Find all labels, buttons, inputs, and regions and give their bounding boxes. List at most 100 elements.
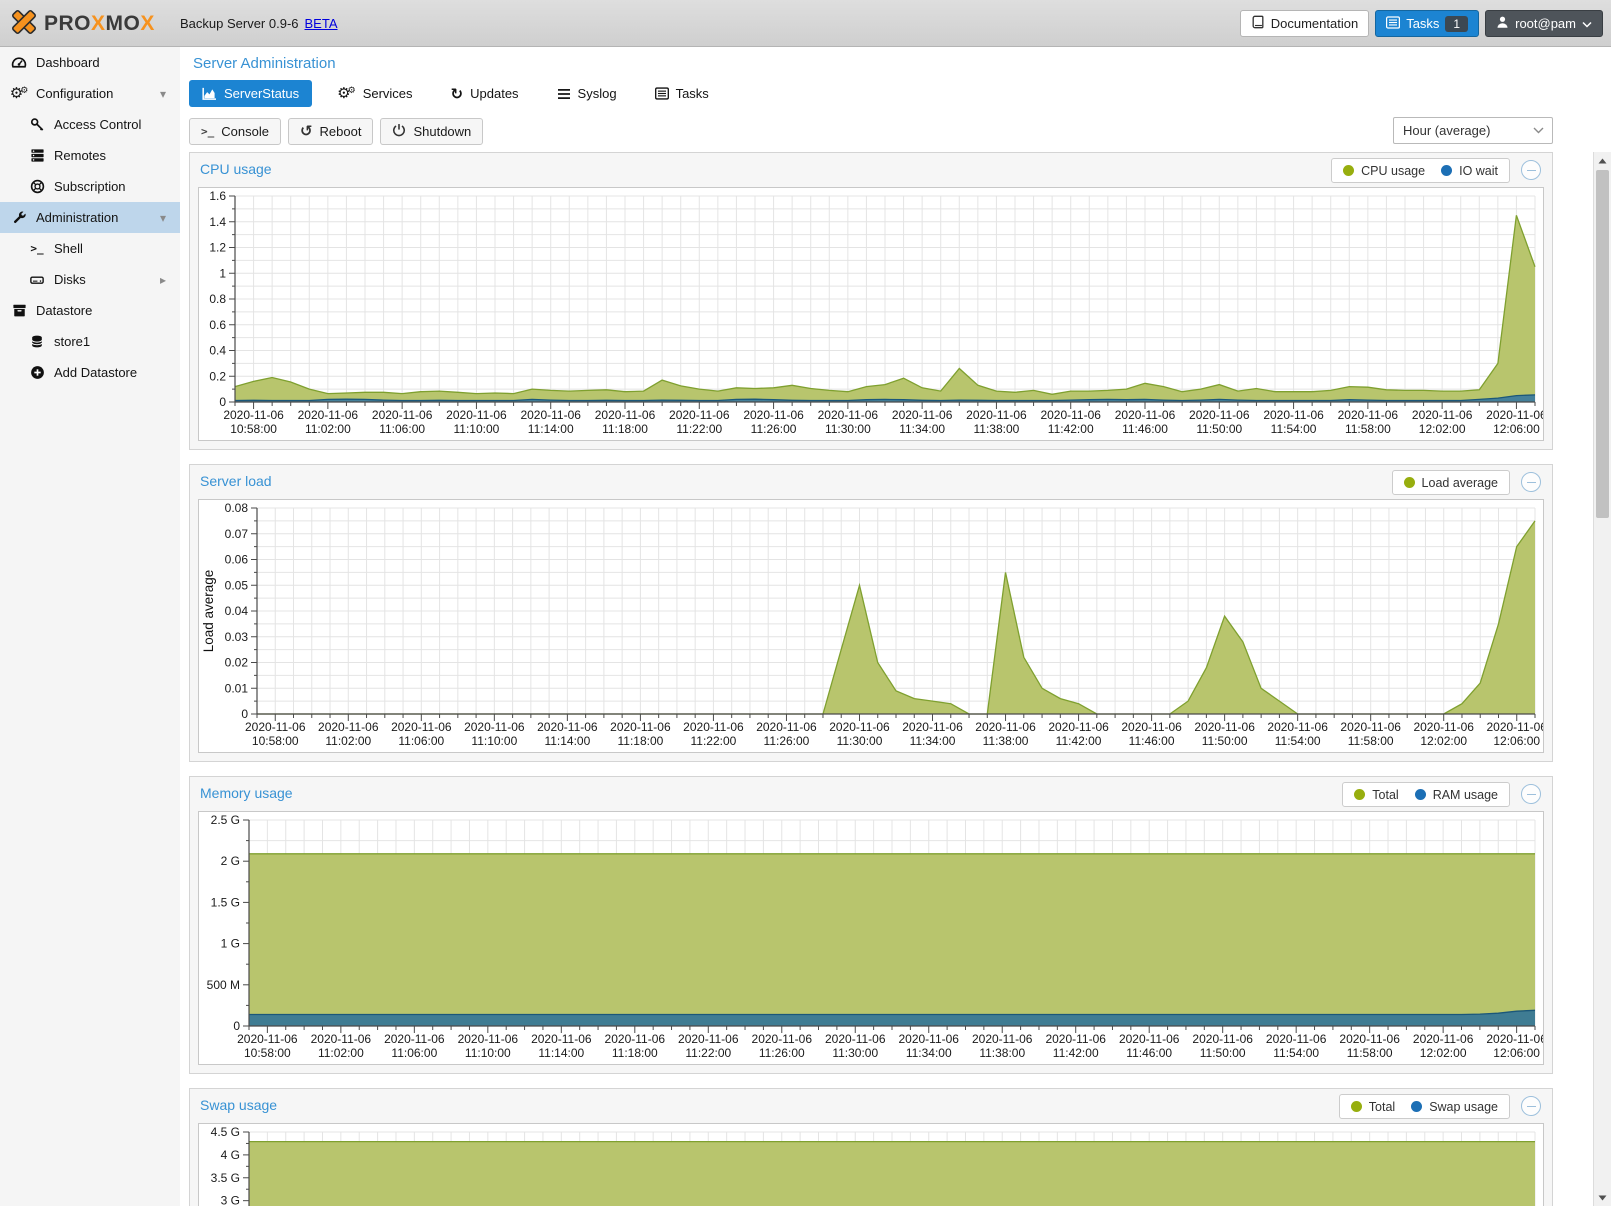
svg-text:11:58:00: 11:58:00: [1347, 1046, 1393, 1060]
server-load-panel: Server load Load average 00.010.020.030.…: [189, 464, 1553, 762]
svg-text:2020-11-06: 2020-11-06: [975, 720, 1036, 734]
legend-item-total[interactable]: Total: [1351, 1100, 1395, 1114]
list-icon: [1386, 16, 1400, 32]
legend-item-swap-usage[interactable]: Swap usage: [1411, 1100, 1498, 1114]
svg-text:2020-11-06: 2020-11-06: [1119, 1032, 1180, 1046]
legend-dot: [1441, 165, 1452, 176]
legend-item-total[interactable]: Total: [1354, 788, 1398, 802]
svg-text:12:02:00: 12:02:00: [1419, 422, 1466, 436]
scroll-down-arrow[interactable]: [1594, 1189, 1611, 1206]
tab-serverstatus[interactable]: ServerStatus: [189, 80, 312, 107]
scroll-up-arrow[interactable]: [1594, 152, 1611, 169]
user-menu-button[interactable]: root@pam: [1485, 10, 1603, 37]
sidebar-item-store1[interactable]: store1: [0, 326, 180, 357]
vertical-scrollbar[interactable]: [1593, 152, 1611, 1206]
server-stack-icon: [28, 148, 46, 163]
collapse-panel-icon[interactable]: [1521, 160, 1541, 180]
legend-item-cpu-usage[interactable]: CPU usage: [1343, 164, 1425, 178]
sidebar-item-access-control[interactable]: Access Control: [0, 109, 180, 140]
svg-text:4.5 G: 4.5 G: [211, 1125, 240, 1139]
hdd-icon: [28, 273, 46, 287]
svg-text:0.2: 0.2: [209, 369, 226, 383]
svg-text:2020-11-06: 2020-11-06: [1486, 720, 1543, 734]
tab-services[interactable]: ⚙⚙ Services: [324, 80, 425, 107]
sidebar-item-configuration[interactable]: ⚙⚙ Configuration ▾: [0, 78, 180, 109]
svg-text:11:02:00: 11:02:00: [305, 422, 351, 436]
svg-text:0.06: 0.06: [225, 553, 249, 567]
legend-dot: [1404, 477, 1415, 488]
plus-circle-icon: [28, 365, 46, 380]
svg-text:0.07: 0.07: [225, 527, 249, 541]
svg-text:0.01: 0.01: [225, 681, 249, 695]
svg-text:2020-11-06: 2020-11-06: [237, 1032, 298, 1046]
gauge-icon: [10, 55, 28, 70]
panel-title: Server load: [200, 473, 272, 489]
svg-text:2020-11-06: 2020-11-06: [311, 1032, 372, 1046]
svg-text:11:42:00: 11:42:00: [1056, 734, 1102, 748]
svg-text:2020-11-06: 2020-11-06: [752, 1032, 813, 1046]
svg-text:2020-11-06: 2020-11-06: [605, 1032, 666, 1046]
wrench-icon: [10, 210, 28, 225]
svg-text:11:06:00: 11:06:00: [398, 734, 444, 748]
collapse-panel-icon[interactable]: [1521, 472, 1541, 492]
svg-text:12:02:00: 12:02:00: [1420, 1046, 1467, 1060]
svg-text:2020-11-06: 2020-11-06: [1194, 720, 1255, 734]
tab-updates[interactable]: ↻ Updates: [438, 79, 532, 109]
collapse-panel-icon[interactable]: [1521, 784, 1541, 804]
console-button[interactable]: >_ Console: [189, 118, 281, 145]
svg-text:11:46:00: 11:46:00: [1122, 422, 1168, 436]
svg-text:2020-11-06: 2020-11-06: [595, 408, 656, 422]
scrollbar-thumb[interactable]: [1596, 170, 1609, 518]
reboot-button[interactable]: ↺ Reboot: [288, 118, 374, 145]
svg-text:2020-11-06: 2020-11-06: [966, 408, 1027, 422]
tab-tasks[interactable]: Tasks: [642, 80, 722, 107]
svg-text:2020-11-06: 2020-11-06: [464, 720, 525, 734]
sidebar-item-administration[interactable]: Administration ▾: [0, 202, 180, 233]
caret-right-icon: ▸: [160, 273, 166, 287]
sidebar-item-add-datastore[interactable]: Add Datastore: [0, 357, 180, 388]
svg-text:Load average: Load average: [201, 570, 216, 653]
sidebar-item-shell[interactable]: >_ Shell: [0, 233, 180, 264]
sidebar-item-dashboard[interactable]: Dashboard: [0, 47, 180, 78]
caret-down-icon: ▾: [160, 87, 166, 101]
proxmox-logo: PROXMOX: [10, 8, 155, 39]
shutdown-button[interactable]: Shutdown: [380, 118, 483, 145]
app-title: Backup Server 0.9-6BETA: [180, 16, 338, 31]
collapse-panel-icon[interactable]: [1521, 1096, 1541, 1116]
beta-link[interactable]: BETA: [305, 16, 338, 31]
svg-text:2.5 G: 2.5 G: [211, 813, 240, 827]
panel-title: Memory usage: [200, 785, 293, 801]
undo-icon: ↺: [300, 122, 313, 140]
svg-text:1: 1: [219, 266, 226, 280]
sidebar-item-disks[interactable]: Disks ▸: [0, 264, 180, 295]
sidebar-item-subscription[interactable]: Subscription: [0, 171, 180, 202]
svg-text:2020-11-06: 2020-11-06: [1263, 408, 1324, 422]
svg-text:11:06:00: 11:06:00: [391, 1046, 437, 1060]
chevron-down-icon: [1533, 127, 1544, 134]
svg-text:11:26:00: 11:26:00: [764, 734, 810, 748]
sidebar-item-remotes[interactable]: Remotes: [0, 140, 180, 171]
svg-text:2020-11-06: 2020-11-06: [372, 408, 433, 422]
documentation-button[interactable]: Documentation: [1240, 10, 1369, 37]
legend-item-ram-usage[interactable]: RAM usage: [1415, 788, 1498, 802]
panel-title: CPU usage: [200, 161, 272, 177]
svg-text:12:02:00: 12:02:00: [1420, 734, 1467, 748]
svg-text:4 G: 4 G: [221, 1148, 240, 1162]
svg-text:2 G: 2 G: [221, 854, 240, 868]
book-icon: [1251, 15, 1265, 32]
timeframe-select[interactable]: Hour (average): [1393, 117, 1553, 144]
svg-text:2020-11-06: 2020-11-06: [1121, 720, 1182, 734]
svg-text:2020-11-06: 2020-11-06: [1413, 1032, 1474, 1046]
legend-item-io-wait[interactable]: IO wait: [1441, 164, 1498, 178]
sidebar-item-datastore[interactable]: Datastore: [0, 295, 180, 326]
chevron-down-icon: [1582, 16, 1592, 31]
legend: Total RAM usage: [1342, 782, 1510, 807]
svg-text:2020-11-06: 2020-11-06: [902, 720, 963, 734]
svg-text:11:54:00: 11:54:00: [1275, 734, 1321, 748]
tasks-button[interactable]: Tasks 1: [1375, 10, 1479, 37]
tab-syslog[interactable]: Syslog: [544, 80, 630, 107]
svg-text:11:14:00: 11:14:00: [538, 1046, 584, 1060]
toolbar: >_ Console ↺ Reboot Shutdown Hour (avera…: [189, 116, 1593, 146]
svg-text:12:06:00: 12:06:00: [1493, 1046, 1540, 1060]
legend-item-load-average[interactable]: Load average: [1404, 476, 1498, 490]
